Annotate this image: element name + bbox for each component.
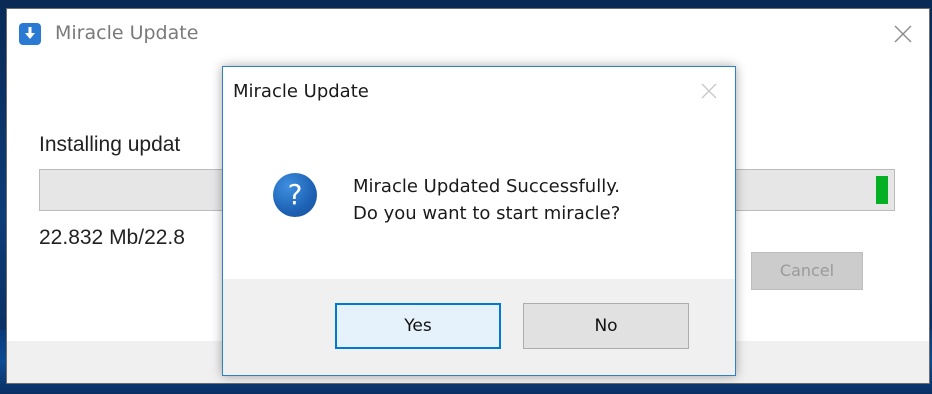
question-icon: ? (273, 173, 317, 217)
close-icon[interactable] (697, 79, 721, 103)
no-button[interactable]: No (523, 303, 689, 349)
dialog-message-line2: Do you want to start miracle? (353, 203, 621, 224)
main-titlebar[interactable]: Miracle Update (7, 9, 929, 61)
update-dialog: Miracle Update ? Miracle Updated Success… (222, 66, 736, 376)
dialog-footer: Yes No (223, 279, 735, 375)
cancel-button[interactable]: Cancel (751, 252, 863, 290)
dialog-title: Miracle Update (233, 81, 369, 102)
dialog-message: Miracle Updated Successfully. Do you wan… (353, 173, 620, 227)
progress-fill (876, 176, 888, 204)
dialog-message-line1: Miracle Updated Successfully. (353, 176, 621, 197)
main-window-title: Miracle Update (55, 22, 199, 44)
dialog-titlebar[interactable]: Miracle Update (223, 67, 735, 117)
yes-button[interactable]: Yes (335, 303, 501, 349)
close-icon[interactable] (877, 9, 929, 61)
installing-label: Installing updat (39, 133, 181, 156)
download-icon (19, 23, 41, 45)
download-size-label: 22.832 Mb/22.8 (39, 226, 185, 249)
